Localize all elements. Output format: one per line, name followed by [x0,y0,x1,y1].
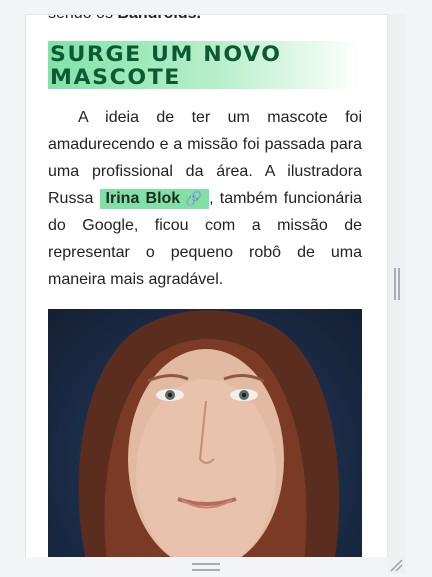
resize-handle-icon[interactable] [388,557,404,573]
section-heading: Surge um novo mascote [50,42,282,89]
bottom-resize-grip-icon[interactable] [192,563,220,571]
irina-blok-link[interactable]: Irina Blok 🔗 [99,189,210,209]
link-icon: 🔗 [183,190,205,206]
previous-line-bold: Bandroids. [117,15,201,22]
article-card: sendo os Bandroids. Surge um novo mascot… [25,14,388,557]
link-text: Irina Blok [105,190,181,207]
previous-line-text: sendo os [48,15,117,22]
previous-paragraph-tail: sendo os Bandroids. [48,15,368,23]
portrait-illustration [78,310,340,557]
article-paragraph: A ideia de ter um mascote foi amadurecen… [48,104,362,293]
section-heading-box: Surge um novo mascote [48,41,362,89]
scrollbar-grip-icon[interactable] [394,268,400,300]
portrait-photo [48,309,362,557]
